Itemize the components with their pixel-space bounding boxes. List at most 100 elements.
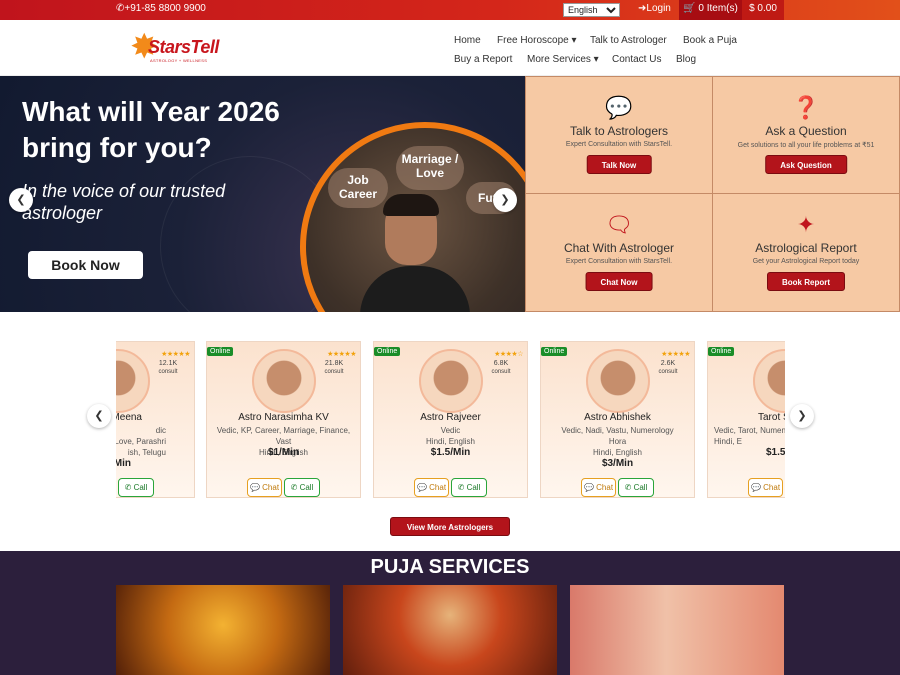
astrologer-card[interactable]: Online Tarot S Vedic, Tarot, Numen Hindi… — [707, 341, 785, 498]
astrologer-name: Tarot S — [758, 412, 785, 423]
cloud-marriage-text: Marriage / Love — [401, 152, 459, 180]
rating-stars: ★★★★★ — [161, 351, 190, 358]
astrologer-card[interactable]: Online ★★★★☆ 6.8K consult Astro Rajveer … — [373, 341, 528, 498]
online-badge: Online — [708, 347, 735, 356]
online-badge: Online — [374, 347, 401, 356]
chat-button[interactable]: 💬 Chat — [247, 478, 282, 497]
service-talk-sub: Expert Consultation with StarsTell. — [565, 141, 673, 148]
chat-button[interactable]: 💬 Chat — [581, 478, 616, 497]
nav-free-horoscope[interactable]: Free Horoscope ▾ — [497, 35, 577, 46]
avatar — [586, 349, 650, 413]
call-button[interactable]: ✆ Call — [284, 478, 320, 497]
avatar — [252, 349, 316, 413]
online-badge: Online — [541, 347, 568, 356]
phone-number[interactable]: ✆+91-85 8800 9900 — [116, 3, 206, 14]
login-label: Login — [646, 3, 671, 14]
service-ask: ❓ Ask a Question Get solutions to all yo… — [712, 76, 900, 194]
service-ask-title: Ask a Question — [765, 124, 847, 138]
nav-talk-to-astrologer[interactable]: Talk to Astrologer — [590, 35, 667, 46]
avatar — [419, 349, 483, 413]
consult-label: consult — [324, 369, 344, 375]
hero-next-arrow[interactable]: ❯ — [493, 188, 517, 212]
nav-blog[interactable]: Blog — [676, 54, 696, 65]
hero-cloud-marriage: Marriage / Love — [396, 146, 464, 190]
hero-cloud-career: Job Career — [328, 168, 388, 208]
login-link[interactable]: ➜Login — [638, 3, 671, 14]
call-button[interactable]: ✆ Call — [618, 478, 654, 497]
nav-contact-us[interactable]: Contact Us — [612, 54, 661, 65]
nav-home[interactable]: Home — [454, 35, 481, 46]
puja-image-durga[interactable] — [116, 585, 330, 675]
puja-image-family[interactable] — [570, 585, 784, 675]
nav-book-puja[interactable]: Book a Puja — [683, 35, 737, 46]
astrologer-carousel: ★★★★★ 12.1K consult Meena dic , Love, Pa… — [116, 341, 785, 501]
astrologer-name: Meena — [116, 412, 142, 423]
puja-title: PUJA SERVICES — [370, 556, 530, 578]
service-report-title: Astrological Report — [755, 241, 857, 255]
phone-text: +91-85 8800 9900 — [124, 3, 206, 14]
ask-question-button[interactable]: Ask Question — [765, 155, 847, 174]
book-report-button[interactable]: Book Report — [767, 272, 845, 291]
main-nav: ✸ StarsTell ASTROLOGY + WELLNESS Home Fr… — [0, 20, 900, 76]
book-now-button[interactable]: Book Now — [28, 251, 143, 279]
service-report-sub: Get your Astrological Report today — [752, 258, 860, 265]
cart-button[interactable]: 🛒 0 Item(s) — [679, 0, 742, 20]
astrologer-card[interactable]: ★★★★★ 12.1K consult Meena dic , Love, Pa… — [116, 341, 195, 498]
call-label: Call — [633, 483, 648, 492]
call-label: Call — [133, 483, 148, 492]
question-person-icon: ❓ — [792, 95, 820, 120]
astrologer-name: Astro Abhishek — [584, 412, 651, 423]
avatar — [116, 349, 150, 413]
site-logo[interactable]: ✸ StarsTell ASTROLOGY + WELLNESS — [130, 25, 219, 71]
chat-now-button[interactable]: Chat Now — [585, 272, 653, 291]
avatar — [753, 349, 785, 413]
chevron-left-icon: ❮ — [94, 410, 104, 422]
consult-label: consult — [491, 369, 511, 375]
astro-chart-icon: ✦ — [796, 212, 816, 237]
astrologer-next-arrow[interactable]: ❯ — [790, 404, 814, 428]
nav-more-services[interactable]: More Services ▾ — [527, 54, 599, 65]
call-button[interactable]: ✆ Call — [451, 478, 487, 497]
top-bar: ✆+91-85 8800 9900 English ➜Login 🛒 0 Ite… — [0, 0, 900, 20]
astrologer-prev-arrow[interactable]: ❮ — [87, 404, 111, 428]
rating-stars: ★★★★☆ — [494, 351, 523, 358]
chat-icon: 💬 — [249, 483, 260, 492]
service-talk-title: Talk to Astrologers — [569, 124, 669, 138]
cart-label: 0 Item(s) — [698, 3, 738, 14]
puja-image-lakshmi[interactable] — [343, 585, 557, 675]
view-more-astrologers-button[interactable]: View More Astrologers — [390, 517, 510, 536]
chat-label: Chat — [596, 483, 614, 492]
rating-stars: ★★★★★ — [327, 351, 356, 358]
astrologer-skills: dic , Love, Parashri ish, Telugu — [116, 426, 166, 457]
language-select[interactable]: English — [563, 3, 620, 17]
hero-banner[interactable]: Job Career Marriage / Love Futu What wil… — [0, 76, 525, 312]
consult-count: 2.6K — [660, 360, 676, 367]
consult-count: 6.8K — [493, 360, 509, 367]
call-label: Call — [466, 483, 481, 492]
nav-buy-report[interactable]: Buy a Report — [454, 54, 512, 65]
astrologer-card[interactable]: Online ★★★★★ 2.6K consult Astro Abhishek… — [540, 341, 695, 498]
talk-now-button[interactable]: Talk Now — [586, 155, 652, 174]
astrologer-price: $1/Min — [267, 447, 300, 458]
service-ask-sub: Get solutions to all your life problems … — [737, 142, 875, 149]
hero-prev-arrow[interactable]: ❮ — [9, 188, 33, 212]
astrologer-name: Astro Narasimha KV — [238, 412, 329, 423]
chat-button[interactable]: 💬 Chat — [748, 478, 783, 497]
online-badge: Online — [207, 347, 234, 356]
chat-icon: 💬 — [583, 483, 594, 492]
astrologer-card[interactable]: Online ★★★★★ 21.8K consult Astro Narasim… — [206, 341, 361, 498]
call-button[interactable]: ✆ Call — [118, 478, 154, 497]
chat-button[interactable]: 💬 Chat — [414, 478, 449, 497]
phone-icon: ✆ — [124, 483, 132, 492]
astrologer-skills: Vedic, Nadi, Vastu, Numerology Hora Hind… — [561, 426, 674, 457]
hero-person-hair — [383, 194, 439, 216]
astrologer-price: Min — [116, 458, 131, 469]
service-chat-title: Chat With Astrologer — [563, 241, 675, 255]
service-chat-sub: Expert Consultation with StarsTell. — [565, 258, 673, 265]
cart-total[interactable]: $ 0.00 — [742, 0, 784, 20]
service-report: ✦ Astrological Report Get your Astrologi… — [712, 193, 900, 312]
cloud-career-text: Job Career — [338, 173, 378, 201]
chat-icon: 💬 — [750, 483, 761, 492]
hero-subline: In the voice of our trusted astrologer — [22, 181, 226, 223]
astrologer-skills: Vedic Hindi, English — [426, 426, 475, 446]
